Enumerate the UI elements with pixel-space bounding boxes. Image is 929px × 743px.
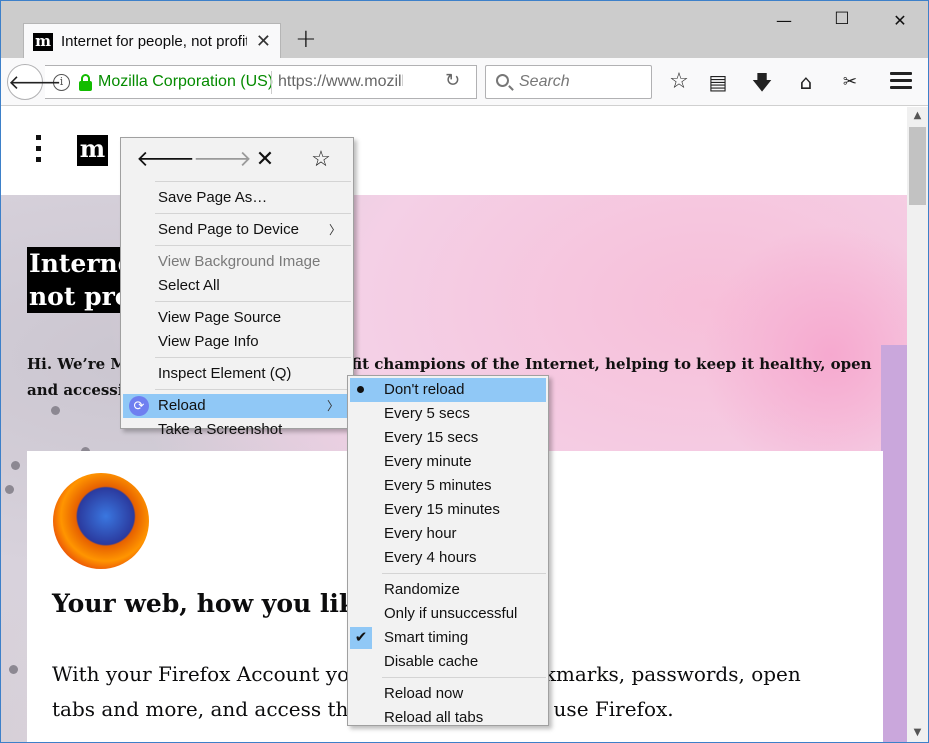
search-placeholder: Search [519,73,570,90]
tab-mozilla[interactable]: m Internet for people, not profit — Mozi… [23,23,281,59]
submenu-item-disable-cache[interactable]: Disable cache [348,650,548,674]
context-menu: 🡐 🡒 ✕ ☆ Save Page As… Send Page to Devic… [120,137,354,438]
reload-submenu: Don't reload Every 5 secs Every 15 secs … [347,375,549,726]
stop-icon[interactable]: ✕ [250,146,280,172]
scroll-down-icon[interactable]: ▼ [907,724,928,742]
menu-separator [155,389,351,390]
menu-item-view-background-image[interactable]: View Background Image [121,250,353,274]
hero-decoration [9,665,18,674]
menu-separator [155,245,351,246]
menu-item-label: Reload [158,397,206,414]
submenu-item-every-5-secs[interactable]: Every 5 secs [348,402,548,426]
home-icon[interactable]: ⌂ [792,68,820,96]
page-menu-icon[interactable] [36,135,42,168]
extension-icon[interactable]: ✂ [836,68,864,96]
library-icon[interactable]: ▤ [704,68,732,96]
menu-separator [155,301,351,302]
new-tab-button[interactable]: + [295,25,317,53]
bookmark-star-icon[interactable]: ☆ [665,68,693,96]
menu-item-take-screenshot[interactable]: Take a Screenshot [121,418,353,442]
checkmark-icon: ✔ [350,627,372,649]
navigation-toolbar: i Mozilla Corporation (US) https://www.m… [1,58,928,106]
submenu-item-every-15-minutes[interactable]: Every 15 minutes [348,498,548,522]
menu-item-reload[interactable]: ⟳ Reload 〉 [123,394,351,418]
tab-title: Internet for people, not profit — Mozill… [61,33,247,50]
mozilla-logo[interactable]: m [77,135,108,166]
url-bar[interactable]: i Mozilla Corporation (US) https://www.m… [45,65,477,99]
reload-every-icon: ⟳ [129,396,149,416]
hero-decoration [881,345,907,742]
site-identity-label[interactable]: Mozilla Corporation (US) [98,73,273,91]
scroll-thumb[interactable] [909,127,926,205]
submenu-item-every-minute[interactable]: Every minute [348,450,548,474]
tab-close-icon[interactable]: ✕ [256,31,271,52]
menu-item-view-page-info[interactable]: View Page Info [121,330,353,354]
downloads-icon[interactable]: 🡇 [748,68,776,96]
submenu-item-reload-all-tabs[interactable]: Reload all tabs [348,706,548,730]
firefox-logo [53,473,149,569]
submenu-item-only-if-unsuccessful[interactable]: Only if unsuccessful [348,602,548,626]
submenu-item-every-hour[interactable]: Every hour [348,522,548,546]
maximize-button[interactable]: ☐ [827,9,857,29]
close-window-button[interactable]: ✕ [885,11,915,30]
menu-item-view-page-source[interactable]: View Page Source [121,306,353,330]
search-icon [496,74,509,87]
search-input[interactable]: Search [485,65,652,99]
menu-item-select-all[interactable]: Select All [121,274,353,298]
menu-item-label: Send Page to Device [158,221,299,238]
back-arrow-icon: 🡐 [8,70,62,94]
submenu-item-every-15-secs[interactable]: Every 15 secs [348,426,548,450]
menu-separator [155,181,351,182]
menu-item-send-page[interactable]: Send Page to Device 〉 [121,218,353,242]
menu-separator [155,213,351,214]
back-button[interactable]: 🡐 [7,64,62,100]
menu-icon[interactable] [890,72,912,93]
submenu-item-reload-now[interactable]: Reload now [348,682,548,706]
menu-item-label: Don't reload [384,381,465,398]
reload-icon[interactable]: ↻ [445,70,460,91]
submenu-item-dont-reload[interactable]: Don't reload [350,378,546,402]
submenu-item-every-4-hours[interactable]: Every 4 hours [348,546,548,570]
submenu-arrow-icon: 〉 [326,399,339,413]
url-input[interactable]: https://www.mozilla.org/en-US/ [278,73,403,91]
lock-icon[interactable] [79,74,92,91]
hero-decoration [5,485,14,494]
menu-item-label: Smart timing [384,629,469,646]
back-icon[interactable]: 🡐 [136,146,195,172]
hero-decoration [51,406,60,415]
forward-icon[interactable]: 🡒 [193,146,252,172]
submenu-item-smart-timing[interactable]: ✔ Smart timing [348,626,548,650]
scroll-up-icon[interactable]: ▲ [907,107,928,125]
submenu-arrow-icon: 〉 [328,223,341,237]
bookmark-page-icon[interactable]: ☆ [306,146,336,172]
mozilla-favicon-icon: m [33,33,53,51]
menu-item-inspect-element[interactable]: Inspect Element (Q) [121,362,353,386]
submenu-item-every-5-minutes[interactable]: Every 5 minutes [348,474,548,498]
selected-radio-icon [357,386,364,393]
context-nav-row: 🡐 🡒 ✕ ☆ [121,138,353,180]
url-divider [271,71,272,94]
menu-separator [155,357,351,358]
vertical-scrollbar[interactable]: ▲ ▼ [907,107,928,742]
tab-strip: m Internet for people, not profit — Mozi… [1,1,928,59]
minimize-button[interactable]: — [769,11,799,30]
submenu-item-randomize[interactable]: Randomize [348,578,548,602]
hero-decoration [11,461,20,470]
menu-separator [382,677,546,678]
menu-item-save-page-as[interactable]: Save Page As… [121,186,353,210]
menu-separator [382,573,546,574]
